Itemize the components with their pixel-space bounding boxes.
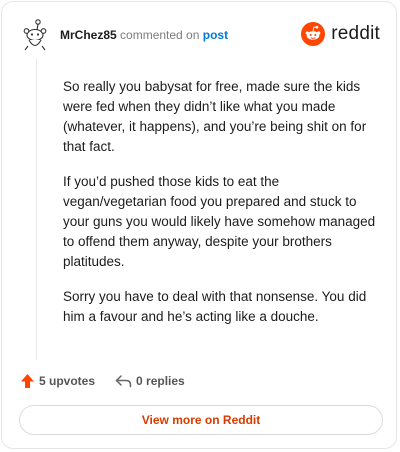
comment-body: So really you babysat for free, made sur… [63,77,383,342]
comment-actions: 5 upvotes 0 replies [20,370,205,392]
reply-arrow-icon [115,375,132,388]
thread-line [36,58,37,360]
comment-paragraph: Sorry you have to deal with that nonsens… [63,289,367,324]
upvote-arrow-icon [21,374,34,388]
comment-embed-card: MrChez85 commented on post reddit So rea… [1,1,397,449]
reply-button[interactable]: 0 replies [115,374,185,388]
view-more-button[interactable]: View more on Reddit [19,405,383,435]
comment-paragraph: So really you babysat for free, made sur… [63,79,367,154]
comment-paragraph: If you’d pushed those kids to eat the ve… [63,174,376,269]
comment-byline: MrChez85 commented on post [60,28,228,42]
reply-count: 0 replies [136,374,185,388]
reddit-logo[interactable]: reddit [301,21,380,47]
action-text: commented on [120,28,200,42]
post-link[interactable]: post [203,28,228,42]
upvote-count: 5 upvotes [39,374,96,388]
reddit-logo-icon [301,22,326,46]
reddit-wordmark: reddit [331,23,380,44]
snoo-avatar-icon[interactable] [22,18,52,52]
comment-header: MrChez85 commented on post reddit [22,18,380,52]
upvote-button[interactable]: 5 upvotes [20,373,95,389]
username-link[interactable]: MrChez85 [60,28,117,42]
